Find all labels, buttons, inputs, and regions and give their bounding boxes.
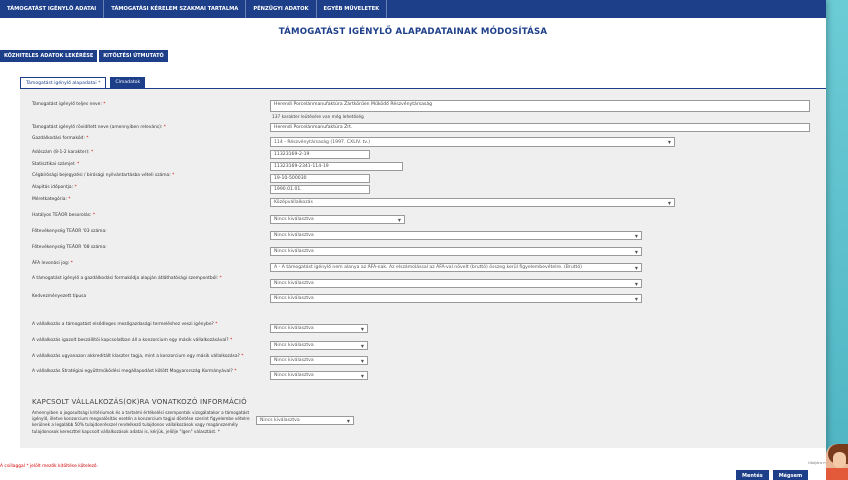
application-window: TÁMOGATÁST IGÉNYLŐ ADATAI TÁMOGATÁSI KÉR…: [0, 0, 826, 480]
chevron-down-icon: ▼: [634, 249, 638, 254]
question-supplier-select[interactable]: Nincs kiválasztva ▼: [270, 341, 368, 350]
public-data-query-button[interactable]: KÖZHITELES ADATOK LEKÉRÉSE: [0, 50, 98, 62]
registry-number-label: Cégbírósági bejegyzési / bírósági nyilvá…: [32, 173, 175, 178]
teaor-08-select[interactable]: Nincs kiválasztva ▼: [270, 247, 642, 256]
chevron-down-icon: ▼: [360, 358, 364, 363]
ownership-select[interactable]: Nincs kiválasztva ▼: [270, 279, 642, 288]
chevron-down-icon: ▼: [634, 233, 638, 238]
size-category-select[interactable]: Középvállalkozás ▼: [270, 198, 675, 207]
chevron-down-icon: ▼: [634, 281, 638, 286]
form-panel: Támogatást igénylő teljes neve: * Herend…: [20, 88, 826, 448]
title-bar: TÁMOGATÁST IGÉNYLŐ ALAPADATAINAK MÓDOSÍT…: [0, 18, 826, 46]
tax-number-label: Adószám (8-1-2 karakter): *: [32, 150, 94, 155]
tab-bar: Támogatást igénylő alapadatai * Címadato…: [20, 77, 149, 88]
stat-number-field[interactable]: 11323169-2341-114-19: [270, 162, 403, 171]
chevron-down-icon: ▼: [667, 139, 671, 145]
question-agriculture-select[interactable]: Nincs kiválasztva ▼: [270, 324, 368, 333]
chevron-down-icon: ▼: [667, 200, 671, 205]
save-button[interactable]: Mentés: [736, 470, 769, 480]
vat-select[interactable]: A - A támogatást igénylő nem alanya az Á…: [270, 263, 642, 272]
nav-financial-data[interactable]: PÉNZÜGYI ADATOK: [246, 0, 317, 18]
linked-companies-question: Amennyiben a jogosultsági kritériumok és…: [32, 410, 250, 434]
question-strategic-label: A vállalkozás Stratégiai együttműködési …: [32, 369, 237, 374]
linked-companies-select[interactable]: Nincs kiválasztva ▼: [256, 416, 354, 425]
question-cluster-label: A vállalkozás ugyanazon akkreditált klas…: [32, 354, 244, 359]
avatar-body: [826, 468, 848, 480]
question-strategic-select[interactable]: Nincs kiválasztva ▼: [270, 371, 368, 380]
short-name-field[interactable]: Herendi Porcelánmanufaktúra Zrt.: [270, 123, 810, 132]
chevron-down-icon: ▼: [360, 343, 364, 348]
full-name-label: Támogatást igénylő teljes neve: *: [32, 102, 106, 107]
tab-applicant-basic-data[interactable]: Támogatást igénylő alapadatai *: [20, 77, 107, 88]
chevron-down-icon: ▼: [634, 296, 638, 301]
vat-label: ÁFA levonási jog: *: [32, 261, 73, 266]
tax-number-field[interactable]: 11323169-2-19: [270, 150, 370, 159]
page-title: TÁMOGATÁST IGÉNYLŐ ALAPADATAINAK MÓDOSÍT…: [278, 27, 548, 37]
beneficiary-type-label: Kedvezményezett típusa: [32, 294, 87, 299]
question-agriculture-label: A vállalkozás a támogatást elsődleges me…: [32, 322, 218, 327]
linked-companies-section-title: KAPCSOLT VÁLLALKOZÁS(OK)RA VONATKOZÓ INF…: [32, 398, 247, 406]
chevron-down-icon: ▼: [397, 217, 401, 222]
cancel-button[interactable]: Mégsem: [772, 470, 809, 480]
registry-number-field[interactable]: 19-10-500030: [270, 174, 370, 183]
question-supplier-label: A vállalkozás igazolt beszállítói kapcso…: [32, 338, 233, 343]
nav-applicant-data[interactable]: TÁMOGATÁST IGÉNYLŐ ADATAI: [0, 0, 105, 18]
avatar: [826, 444, 848, 480]
beneficiary-type-select[interactable]: Nincs kiválasztva ▼: [270, 294, 642, 303]
filling-guide-button[interactable]: KITÖLTÉSI ÚTMUTATÓ: [99, 50, 168, 62]
ownership-label: A támogatást igénylő a gazdálkodási form…: [32, 276, 222, 281]
founded-date-label: Alapítás időpontja: *: [32, 185, 77, 190]
chevron-down-icon: ▼: [634, 265, 638, 270]
stat-number-label: Statisztikai számjel: *: [32, 162, 80, 167]
teaor-03-select[interactable]: Nincs kiválasztva ▼: [270, 231, 642, 240]
full-name-field[interactable]: Herendi Porcelánmanufaktúra Zártkörűen M…: [270, 100, 810, 112]
question-cluster-select[interactable]: Nincs kiválasztva ▼: [270, 356, 368, 365]
teaor-03-label: Főtevékenység TEÁOR '03 száma:: [32, 229, 107, 234]
tab-address-data[interactable]: Címadatok: [110, 77, 146, 88]
legal-form-select[interactable]: 114 - Részvénytársaság (1997. CXLIV. tv.…: [270, 137, 675, 147]
founded-date-field[interactable]: 1990.01.01.: [270, 185, 370, 194]
teaor-label: Hatályos TEÁOR besorolás: *: [32, 213, 96, 218]
short-name-label: Támogatást igénylő rövidített neve (amen…: [32, 125, 166, 130]
nav-application-content[interactable]: TÁMOGATÁSI KÉRELEM SZAKMAI TARTALMA: [104, 0, 247, 18]
chevron-down-icon: ▼: [360, 373, 364, 378]
teaor-08-label: Főtevékenység TEÁOR '08 száma:: [32, 245, 107, 250]
required-fields-footnote: A csillaggal * jelölt mezők kitöltése kö…: [0, 464, 98, 469]
chevron-down-icon: ▼: [360, 326, 364, 331]
avatar-face: [833, 452, 846, 468]
footer-actions: Mentés Mégsem: [736, 470, 812, 480]
nav-other-actions[interactable]: EGYÉB MŰVELETEK: [317, 0, 388, 18]
teaor-select[interactable]: Nincs kiválasztva ▼: [270, 215, 405, 224]
characters-left-hint: 137 karakter leütésére van még lehetőség: [272, 115, 364, 120]
size-category-label: Méretkategória: *: [32, 197, 71, 202]
chevron-down-icon: ▼: [346, 418, 350, 423]
legal-form-label: Gazdálkodási formakód: *: [32, 136, 89, 141]
top-navigation: TÁMOGATÁST IGÉNYLŐ ADATAI TÁMOGATÁSI KÉR…: [0, 0, 826, 18]
sub-navigation: KÖZHITELES ADATOK LEKÉRÉSE KITÖLTÉSI ÚTM…: [0, 50, 170, 62]
